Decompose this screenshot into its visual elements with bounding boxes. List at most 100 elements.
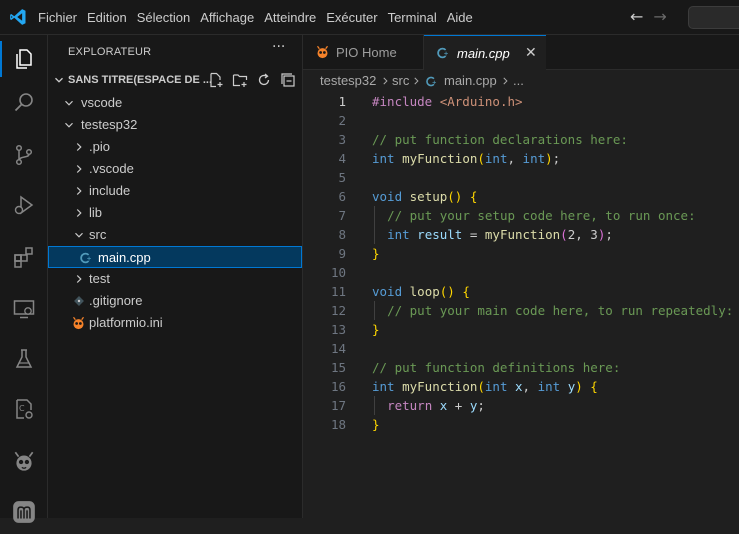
tree-folder-vscode[interactable]: vscode (48, 92, 302, 114)
menu-atteindre[interactable]: Atteindre (259, 10, 321, 25)
tab-pio-home[interactable]: PIO Home (303, 35, 424, 70)
files-icon[interactable] (0, 37, 48, 81)
refresh-icon[interactable] (256, 72, 272, 88)
source-control-icon[interactable] (0, 133, 48, 177)
line-number: 13 (330, 322, 346, 337)
line-number: 15 (330, 360, 346, 375)
code-line[interactable]: } (372, 320, 380, 339)
tree-folder-testesp32[interactable]: testesp32 (48, 114, 302, 136)
code-token: <Arduino.h> (439, 94, 523, 109)
back-arrow-icon[interactable]: ← (630, 8, 643, 26)
line-number: 1 (338, 94, 346, 109)
tree-file-gitignore[interactable]: .gitignore (48, 290, 302, 312)
code-line[interactable]: } (372, 415, 380, 434)
code-token: int (372, 379, 403, 394)
close-icon[interactable]: ✕ (525, 44, 537, 61)
code-token: ( (477, 379, 485, 394)
code-line[interactable]: int result = myFunction(2, 3); (372, 225, 613, 244)
tree-file-main-cpp[interactable]: + main.cpp (48, 246, 302, 268)
tab-label: main.cpp (457, 46, 510, 61)
code-line[interactable]: void setup() { (372, 187, 477, 206)
menu-selection[interactable]: Sélection (132, 10, 195, 25)
breadcrumb-item[interactable]: ... (513, 73, 524, 88)
code-token: // put function declarations here: (372, 132, 628, 147)
code-token: ; (605, 227, 613, 242)
breadcrumb-item[interactable]: src (392, 73, 409, 88)
forward-arrow-icon[interactable]: → (653, 8, 666, 26)
code-line[interactable]: // put function declarations here: (372, 130, 628, 149)
code-line[interactable]: int myFunction(int x, int y) { (372, 377, 598, 396)
tree-item-label: test (89, 271, 110, 286)
tree-folder-include[interactable]: include (48, 180, 302, 202)
code-editor[interactable]: 1 #include <Arduino.h> 2 3 // put function d… (303, 92, 739, 518)
testing-icon[interactable] (0, 337, 48, 381)
tree-folder-pio[interactable]: .pio (48, 136, 302, 158)
code-token: int (537, 379, 568, 394)
chevron-right-icon (76, 143, 82, 151)
workspace-section-header[interactable]: SANS TITRE(ESPACE DE ... (48, 70, 302, 92)
line-number: 8 (338, 227, 346, 242)
tab-main-cpp[interactable]: + main.cpp ✕ (424, 35, 546, 71)
command-center-search[interactable] (688, 6, 739, 29)
cpp-file-icon: + (426, 76, 437, 87)
line-number: 7 (338, 208, 346, 223)
tree-folder-dot-vscode[interactable]: .vscode (48, 158, 302, 180)
extensions-icon[interactable] (0, 235, 48, 279)
menu-affichage[interactable]: Affichage (195, 10, 259, 25)
code-token: #include (372, 94, 440, 109)
code-token: int (372, 151, 403, 166)
code-token: { (582, 379, 598, 394)
code-token: } (372, 417, 380, 432)
new-file-icon[interactable] (208, 72, 224, 88)
code-line[interactable]: } (372, 244, 380, 263)
new-folder-icon[interactable] (232, 72, 248, 88)
code-token: ; (477, 398, 485, 413)
mbed-icon[interactable] (0, 490, 48, 534)
code-line[interactable]: return x + y; (372, 396, 485, 415)
code-token: int (515, 151, 546, 166)
menu-terminal[interactable]: Terminal (383, 10, 442, 25)
code-line[interactable]: int myFunction(int, int); (372, 149, 560, 168)
code-line[interactable]: void loop() { (372, 282, 470, 301)
breadcrumb-item[interactable]: main.cpp (444, 73, 497, 88)
menu-aide[interactable]: Aide (442, 10, 478, 25)
tree-folder-lib[interactable]: lib (48, 202, 302, 224)
workspace-title: SANS TITRE(ESPACE DE ... (68, 74, 213, 86)
platformio-file-icon (73, 316, 84, 330)
search-icon[interactable] (0, 81, 48, 125)
line-number: 6 (338, 189, 346, 204)
code-token: // put function definitions here: (372, 360, 621, 375)
cpp-file-icon: + (80, 252, 92, 264)
code-token: () (439, 284, 455, 299)
tree-folder-src[interactable]: src (48, 224, 302, 246)
vscode-logo-icon[interactable] (9, 8, 27, 26)
code-line[interactable]: // put function definitions here: (372, 358, 620, 377)
line-number: 3 (338, 132, 346, 147)
menu-executer[interactable]: Exécuter (321, 10, 382, 25)
code-line[interactable]: #include <Arduino.h> (372, 92, 523, 111)
code-token: // put your setup code here, to run once… (387, 208, 696, 223)
cpp-file-icon: + (437, 47, 449, 59)
code-token: = (462, 227, 485, 242)
explorer-header: EXPLORATEUR (68, 46, 152, 58)
tree-folder-test[interactable]: test (48, 268, 302, 290)
project-manager-icon[interactable]: C (0, 387, 48, 431)
line-number: 10 (330, 265, 346, 280)
code-line[interactable]: // put your main code here, to run repea… (372, 301, 733, 320)
collapse-all-icon[interactable] (280, 72, 296, 88)
title-bar: Fichier Edition Sélection Affichage Atte… (0, 0, 739, 35)
tree-file-platformio-ini[interactable]: platformio.ini (48, 312, 302, 334)
more-actions-icon[interactable]: ··· (272, 39, 285, 55)
menu-edition[interactable]: Edition (82, 10, 132, 25)
code-token: myFunction (402, 379, 478, 394)
tree-item-label: src (89, 227, 107, 242)
run-debug-icon[interactable] (0, 183, 48, 227)
code-line[interactable]: // put your setup code here, to run once… (372, 206, 696, 225)
breadcrumb-item[interactable]: testesp32 (320, 73, 376, 88)
menu-fichier[interactable]: Fichier (33, 10, 82, 25)
code-token: ) (545, 151, 553, 166)
platformio-icon[interactable] (0, 440, 48, 484)
remote-explorer-icon[interactable] (0, 287, 48, 331)
